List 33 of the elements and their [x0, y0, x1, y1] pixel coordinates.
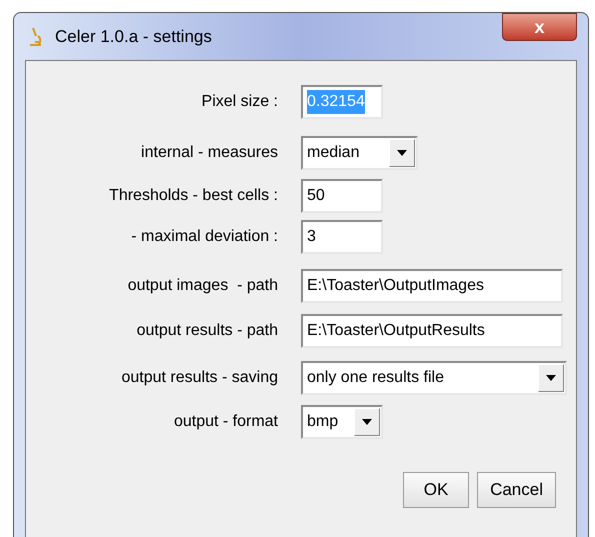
- field-label: output - format: [174, 412, 278, 432]
- dropdown-arrow-icon: [546, 375, 556, 381]
- dropdown-value: median: [307, 143, 360, 163]
- dropdown-arrow-icon: [397, 150, 407, 156]
- text-field[interactable]: 50: [301, 179, 383, 213]
- field-label: Pixel size :: [202, 92, 278, 112]
- dropdown[interactable]: only one results file: [301, 361, 567, 395]
- field-value: E:\Toaster\OutputResults: [307, 321, 485, 341]
- field-label: output results - saving: [121, 368, 278, 388]
- text-field[interactable]: 3: [301, 220, 383, 254]
- field-value: 3: [307, 227, 316, 247]
- dropdown-button[interactable]: [538, 364, 564, 392]
- dropdown-arrow-icon: [362, 419, 372, 425]
- field-label: output images - path: [128, 276, 278, 296]
- text-field[interactable]: E:\Toaster\OutputResults: [301, 314, 563, 348]
- dropdown[interactable]: median: [301, 136, 418, 170]
- dropdown-value: bmp: [307, 412, 338, 432]
- field-value: 0.32154: [307, 90, 365, 114]
- window-title: Celer 1.0.a - settings: [55, 26, 212, 48]
- field-label: Thresholds - best cells :: [109, 186, 278, 206]
- dropdown-value: only one results file: [307, 368, 444, 388]
- field-label: output results - path: [136, 321, 278, 341]
- dropdown-button[interactable]: [354, 408, 380, 436]
- field-label: internal - measures: [141, 143, 278, 163]
- field-value: 50: [307, 186, 325, 206]
- dropdown-button[interactable]: [389, 139, 415, 167]
- dialog-button[interactable]: Cancel: [477, 472, 556, 508]
- microscope-icon: [27, 26, 43, 48]
- dropdown[interactable]: bmp: [301, 405, 383, 439]
- field-value: E:\Toaster\OutputImages: [307, 276, 484, 296]
- field-label: - maximal deviation :: [131, 227, 278, 247]
- dialog-button[interactable]: OK: [403, 472, 470, 508]
- text-field[interactable]: E:\Toaster\OutputImages: [301, 269, 563, 303]
